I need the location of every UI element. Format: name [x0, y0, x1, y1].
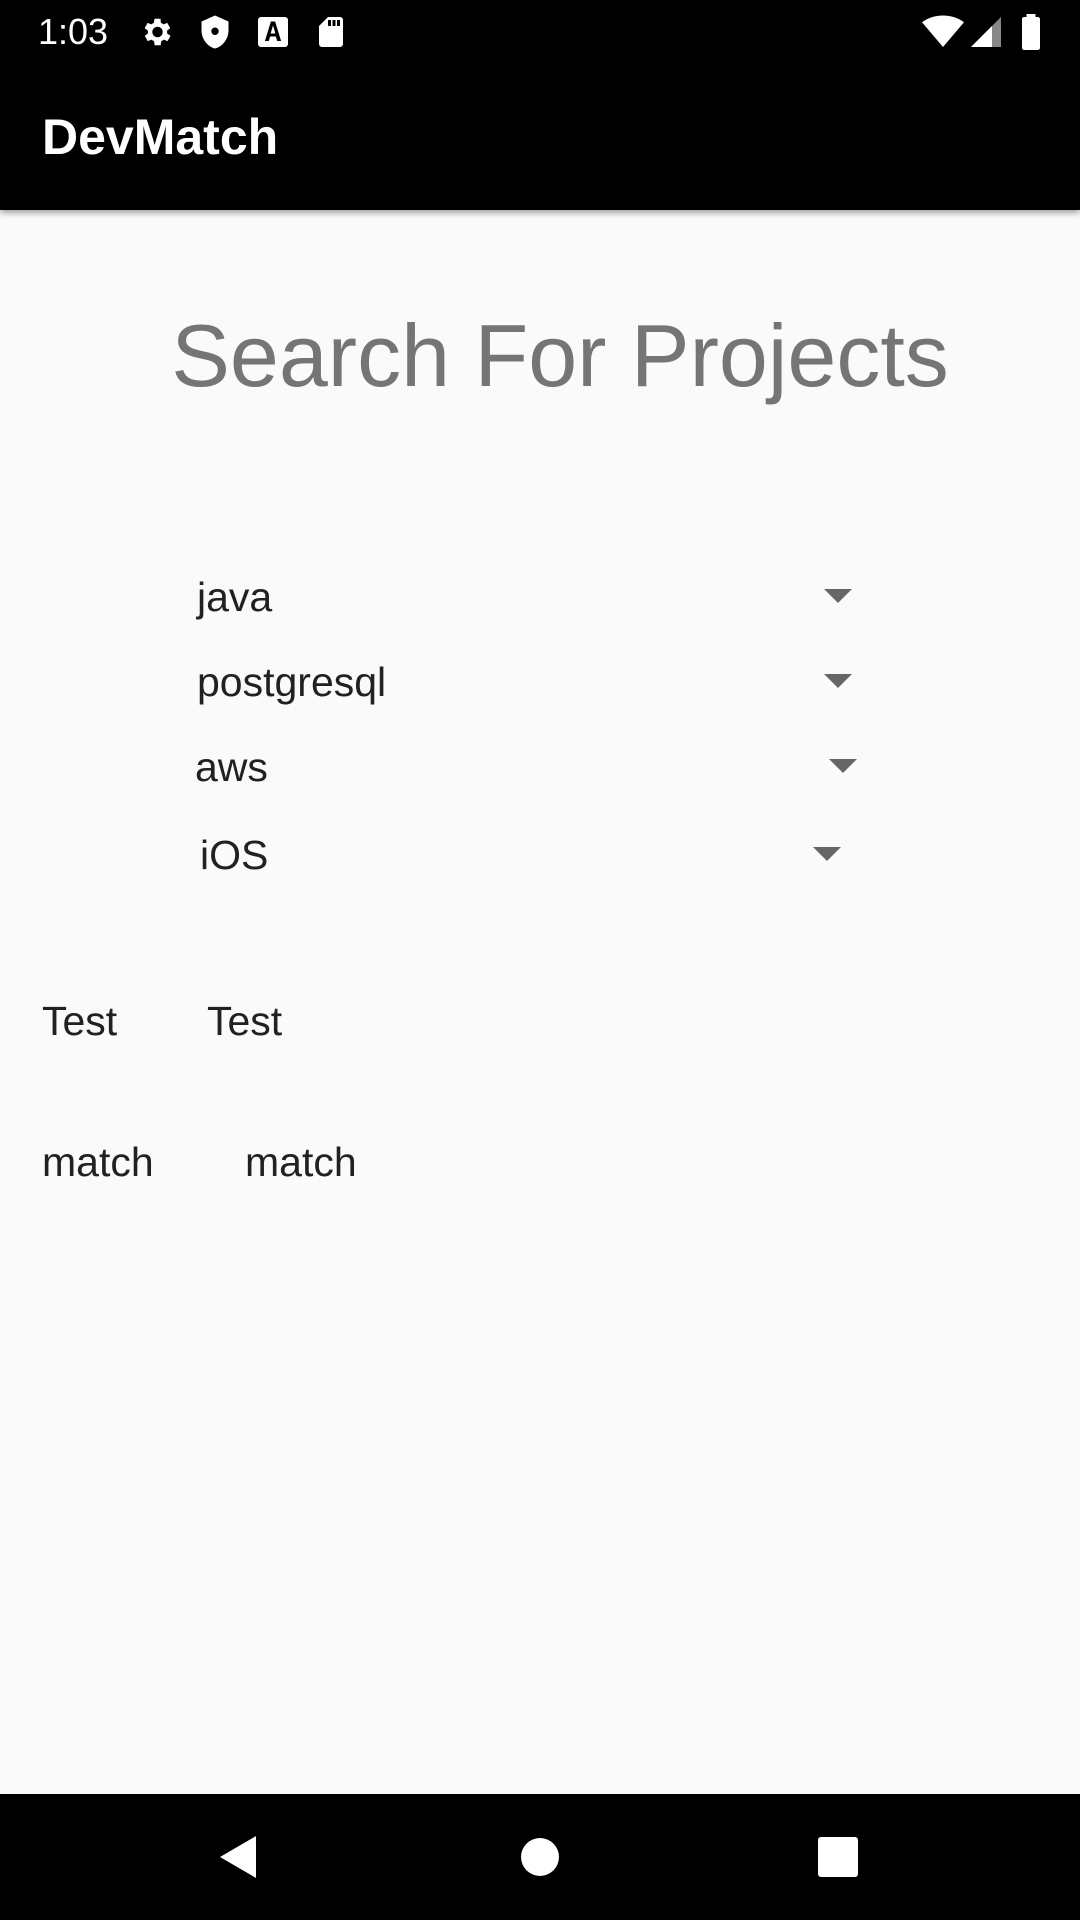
sd-card-icon	[313, 14, 349, 50]
dropdown-arrow-icon	[813, 847, 841, 861]
result-label: Test	[42, 998, 118, 1044]
spinner-skill-3[interactable]: aws	[195, 732, 861, 802]
result-value: Test	[207, 998, 283, 1044]
app-title: DevMatch	[42, 109, 279, 165]
spinner-value: java	[197, 574, 273, 620]
status-time: 1:03	[38, 11, 109, 52]
app-bar: DevMatch	[0, 64, 1080, 210]
recents-icon[interactable]	[803, 1822, 873, 1892]
navigation-bar	[0, 1794, 1080, 1920]
battery-icon	[1016, 14, 1046, 50]
spinner-skill-4[interactable]: iOS	[200, 820, 845, 890]
spinner-skill-2[interactable]: postgresql	[197, 647, 857, 717]
result-value: match	[245, 1139, 357, 1185]
dropdown-arrow-icon	[829, 759, 857, 773]
cell-signal-icon	[968, 14, 1004, 50]
spinner-value: iOS	[200, 832, 269, 878]
spinner-skill-1[interactable]: java	[197, 562, 857, 632]
settings-icon	[138, 14, 174, 50]
spinner-value: postgresql	[197, 659, 387, 705]
font-a-icon	[255, 14, 291, 50]
shield-icon	[197, 14, 233, 50]
wifi-icon	[920, 14, 966, 50]
status-bar: 1:03	[0, 0, 1080, 64]
result-label: match	[42, 1139, 154, 1185]
spinner-value: aws	[195, 744, 268, 790]
page-heading: Search For Projects	[171, 306, 949, 405]
dropdown-arrow-icon	[824, 589, 852, 603]
home-icon[interactable]	[505, 1822, 575, 1892]
dropdown-arrow-icon	[824, 674, 852, 688]
back-icon[interactable]	[204, 1822, 274, 1892]
